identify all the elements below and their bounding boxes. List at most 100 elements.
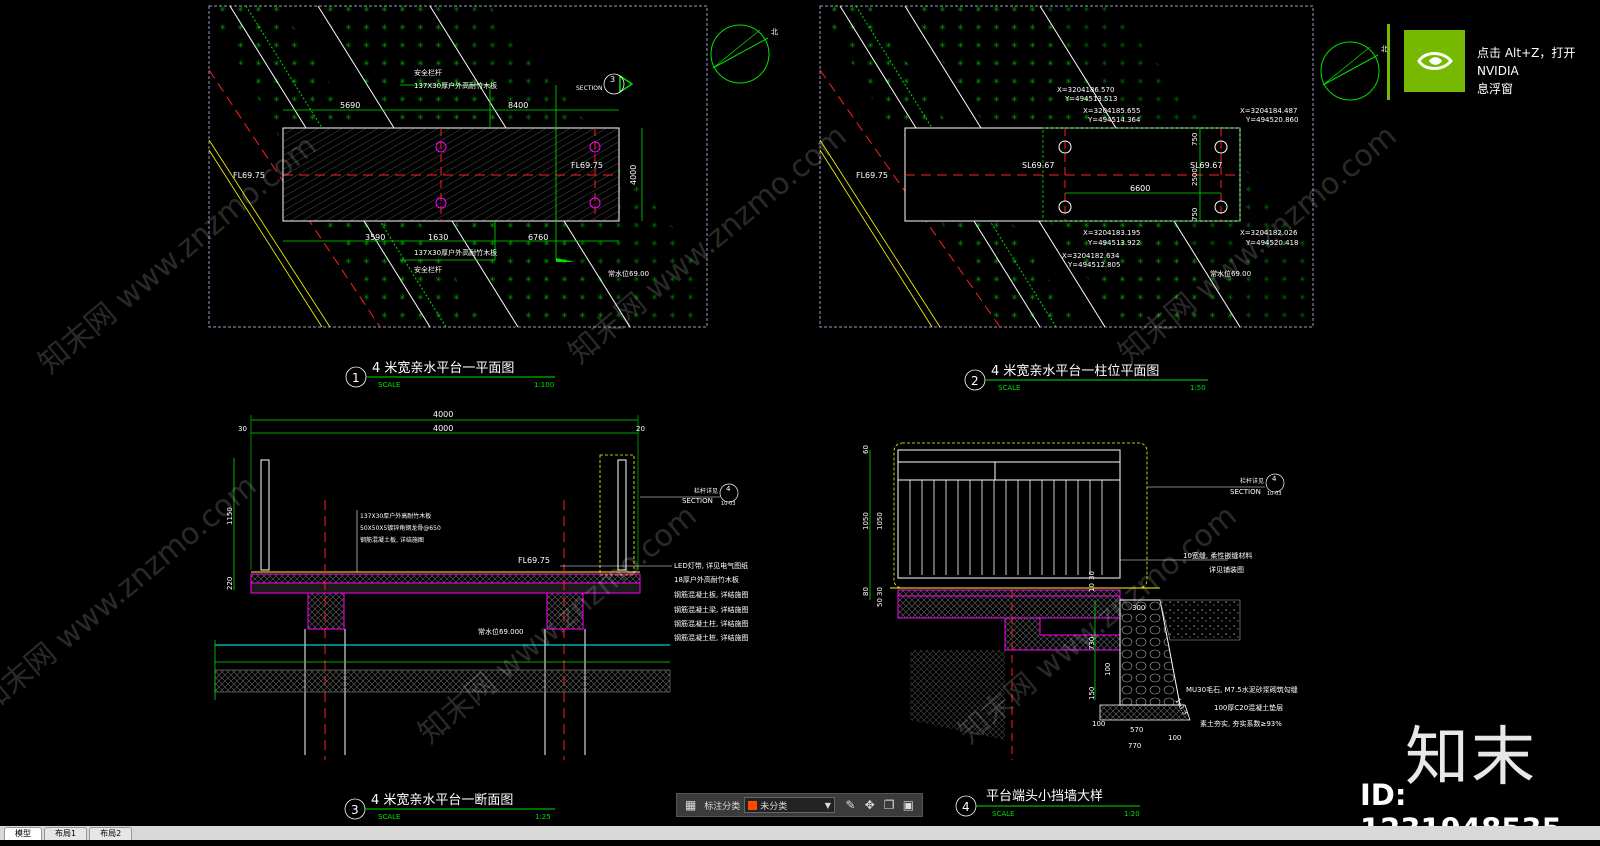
v3-section-top: 栏杆详见 [694,487,718,495]
v1-dim-8400: 8400 [508,101,528,110]
v1-dim-4000: 4000 [629,165,638,185]
v4-scale: 1:20 [1124,810,1140,818]
view1-title-block: 1 4 米宽亲水平台一平面图 SCALE 1:100 [345,360,555,389]
v4-note-2: 详见铺装图 [1209,565,1244,574]
v3-rnote-3: 钢筋混凝土板, 详结施图 [674,590,748,599]
v4-dim-b100a: 100 [1092,720,1105,728]
v4-section-label: SECTION [1230,488,1261,496]
v4-dim-60: 60 [862,445,870,454]
v1-scale-label: SCALE [378,381,400,389]
annotation-toolbar: ▦ 标注分类 未分类 ▼ ✎ ✥ ❐ ▣ [676,793,923,817]
v3-rnote-6: 钢筋混凝土桩, 详结施图 [674,633,748,642]
v2-dim-2500: 2500 [1191,168,1199,186]
layout-tabs: 模型 布局1 布局2 [0,826,1600,840]
v2-coord-x4: X=3204183.195 [1083,229,1140,237]
v3-dim-4000b: 4000 [433,424,453,433]
cad-drawing-canvas[interactable]: ✳ [0,0,1600,822]
v2-coord-x3: X=3204184.487 [1240,107,1297,115]
v3-rnote-4: 钢筋混凝土梁, 详结施图 [674,605,748,614]
v4-section-sub: 10-03 [1267,491,1282,497]
v3-scale: 1:25 [535,813,551,821]
v1-note-board-bottom: 137X30厚户外高耐竹木板 [414,248,497,257]
tab-layout1[interactable]: 布局1 [44,827,88,840]
nvidia-text-line2: 息浮窗 [1477,82,1514,96]
v1-dim-5690: 5690 [340,101,360,110]
v3-level: FL69.75 [518,556,550,565]
v2-coord-y4: Y=494513.922 [1087,239,1140,247]
v4-dim-80: 80 [862,587,870,596]
v4-dim-50: 50 [876,598,884,607]
v2-dim-750a: 750 [1191,133,1199,146]
v3-section-label: SECTION [682,497,713,505]
category-select[interactable]: 未分类 ▼ [744,797,835,813]
v1-section-tag: 3 [610,75,615,84]
v3-section-tag: 4 [726,485,731,493]
nvidia-overlay-text[interactable]: 点击 Alt+Z，打开 NVIDIA 息浮窗 [1477,44,1600,98]
tab-layout2[interactable]: 布局2 [89,827,133,840]
v4-title-num: 4 [962,800,970,814]
north-arrow-1: 北 [710,24,778,84]
v2-title-num: 2 [971,374,979,388]
view2-title-block: 2 4 米宽亲水平台一柱位平面图 SCALE 1:50 [964,363,1208,392]
v2-level-fl: FL69.75 [856,171,888,180]
v3-dim-4000a: 4000 [433,410,453,419]
v2-level-sl-left: SL69.67 [1022,161,1054,170]
v1-dim-6760: 6760 [528,233,548,242]
view4-wall-detail: 60 1050 1050 80 50 30 100 570 100 770 30… [862,442,1298,760]
nvidia-logo-icon[interactable] [1404,30,1465,92]
v2-coord-y3: Y=494520.860 [1245,116,1298,124]
v4-dim-b570: 570 [1130,726,1143,734]
v4-dim-30: 30 [876,587,884,596]
copy-icon[interactable]: ❐ [880,796,897,814]
v1-title-num: 1 [352,371,360,385]
v3-rnote-5: 钢筋混凝土柱, 详结施图 [674,619,748,628]
v1-section-label: SECTION [576,85,602,92]
v1-title: 4 米宽亲水平台一平面图 [372,360,514,376]
v1-dim-1630: 1630 [428,233,448,242]
toolbar-label: 标注分类 [704,801,741,812]
move-icon[interactable]: ✥ [861,796,878,814]
v4-dim-30b: 30 [1088,571,1096,580]
grid-icon[interactable]: ▦ [682,796,699,814]
v1-note-rail-top: 安全栏杆 [414,68,442,77]
v4-dim-1050a: 1050 [862,512,870,530]
v4-dim-100: 100 [1104,663,1112,676]
edit-icon[interactable]: ✎ [842,796,859,814]
v2-coord-y2: Y=494514.364 [1087,116,1141,124]
nvidia-accent-bar [1387,24,1390,100]
v2-coord-y5: Y=494512.805 [1067,261,1120,269]
v3-note-3: 钢筋混凝土板, 详结施图 [360,536,424,544]
v3-rnote-1: LED灯带, 详见电气图纸 [674,561,748,570]
v1-dim-3590: 3590 [365,233,385,242]
v3-note-1: 137X30厚户外高耐竹木板 [360,512,431,520]
v4-title: 平台端头小挡墙大样 [986,789,1103,804]
v1-note-rail-bottom: 安全栏杆 [414,265,442,274]
v1-scale: 1:100 [534,381,554,389]
tab-model[interactable]: 模型 [4,827,42,840]
color-swatch [748,800,758,810]
v4-section-tag: 4 [1272,475,1277,483]
v4-section-top: 栏杆详见 [1240,477,1264,485]
chevron-down-icon: ▼ [824,800,831,810]
v4-dim-b770: 770 [1128,742,1141,750]
v2-level-sl-right: SL69.67 [1190,161,1222,170]
v2-dim-6600: 6600 [1130,184,1150,193]
v4-note-4: 100厚C20混凝土垫层 [1214,703,1283,712]
v3-dim-30: 30 [238,425,247,433]
v3-section-sub: 10-03 [721,501,736,507]
paste-icon[interactable]: ▣ [900,796,917,814]
v2-dim-750b: 750 [1191,208,1199,221]
v1-note-board-top: 137X30厚户外高耐竹木板 [414,81,497,90]
category-select-value: 未分类 [760,801,788,812]
view3-title-block: 3 4 米宽亲水平台一断面图 SCALE 1:25 [344,792,555,821]
v3-rnote-2: 18厚户外高耐竹木板 [674,575,739,584]
v3-scale-label: SCALE [378,813,400,821]
v3-note-2: 50X50X5镀锌角钢龙骨@650 [360,524,441,532]
v2-coord-y1: Y=494513.513 [1064,95,1117,103]
view4-title-block: 4 平台端头小挡墙大样 SCALE 1:20 [955,789,1140,818]
v3-title: 4 米宽亲水平台一断面图 [371,792,513,808]
v2-coord-x1: X=3204186.570 [1057,86,1114,94]
north-arrow-2: 北 [1320,41,1388,101]
v4-dim-1050b: 1050 [876,512,884,530]
v4-note-5: 素土夯实, 夯实系数≥93% [1200,719,1282,728]
